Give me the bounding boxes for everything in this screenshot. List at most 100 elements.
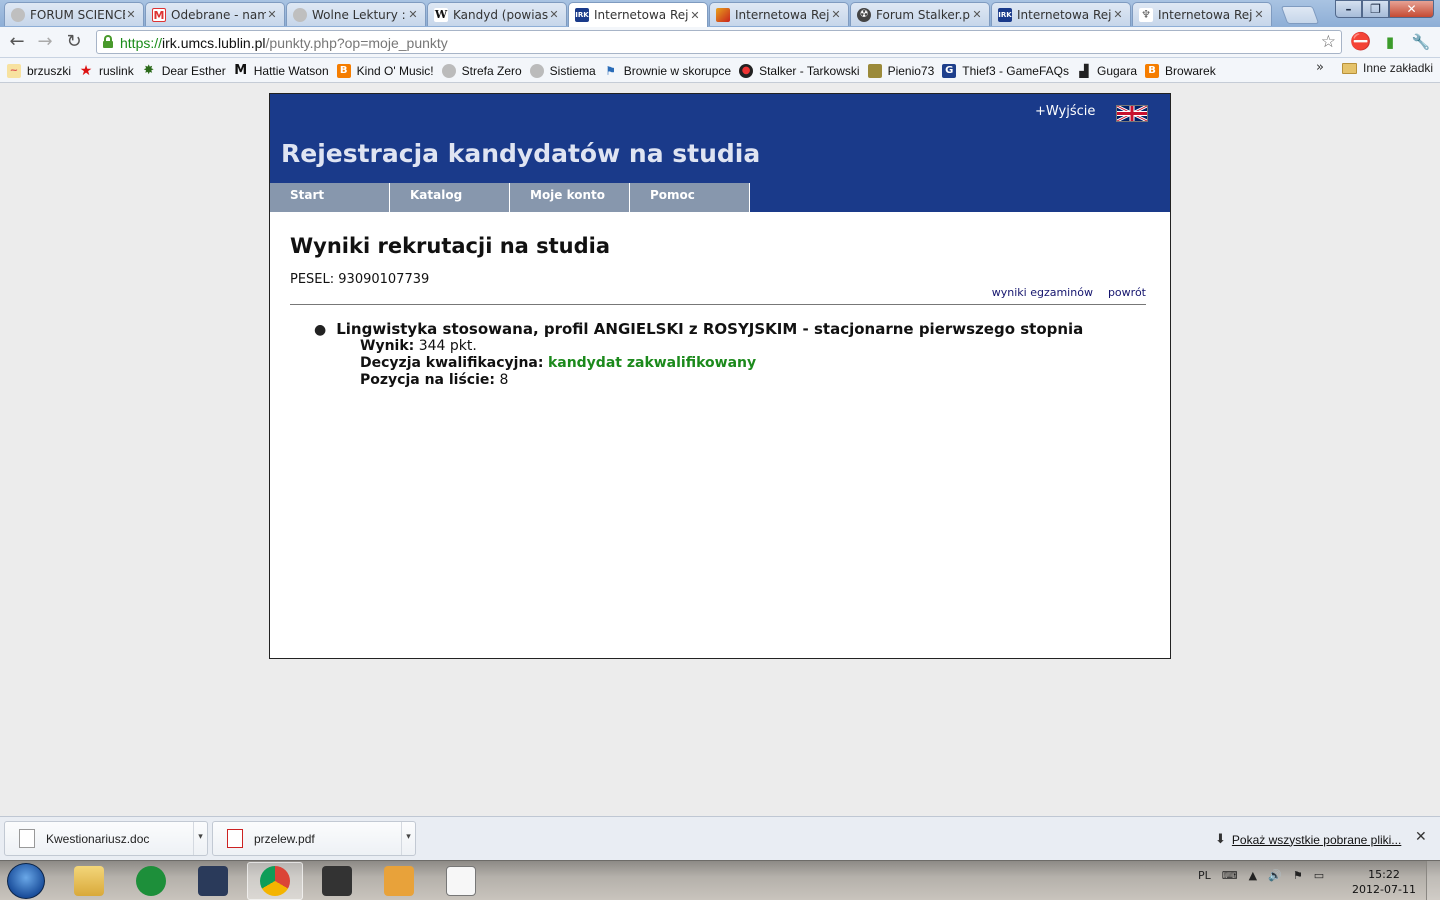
language-indicator[interactable]: PL — [1198, 869, 1211, 882]
tab-title: Internetowa Reje: — [1158, 7, 1253, 22]
media-player-icon — [198, 866, 228, 896]
tab[interactable]: Internetowa Reje: ✕ — [709, 2, 849, 26]
bookmark-item[interactable]: Pienio73 — [866, 61, 941, 80]
bookmark-label: Stalker - Tarkowski — [759, 63, 860, 78]
bookmark-label: Kind O' Music! — [356, 63, 434, 78]
taskbar-app-explorer[interactable] — [61, 862, 117, 900]
close-tab-icon[interactable]: ✕ — [1112, 8, 1124, 21]
menu-start[interactable]: Start — [270, 183, 390, 212]
close-tab-icon[interactable]: ✕ — [689, 9, 701, 22]
bookmark-item[interactable]: ▟ Gugara — [1075, 61, 1143, 80]
bookmark-star-icon[interactable]: ☆ — [1321, 32, 1336, 52]
wrench-icon[interactable]: 🔧 — [1411, 32, 1431, 52]
taskbar-app-foobar[interactable] — [309, 862, 365, 900]
keyboard-icon[interactable]: ⌨ — [1222, 869, 1238, 882]
clock[interactable]: 15:22 2012-07-11 — [1352, 867, 1416, 897]
close-tab-icon[interactable]: ✕ — [830, 8, 842, 21]
show-all-downloads-link[interactable]: ⬇ Pokaż wszystkie pobrane pliki... — [1215, 832, 1401, 847]
bookmark-item[interactable]: ⚑ Brownie w skorupce — [602, 61, 737, 80]
explorer-icon — [74, 866, 104, 896]
tab-active[interactable]: IRK Internetowa Reje: ✕ — [568, 2, 708, 27]
signal-bars-icon[interactable]: ▮ — [1380, 32, 1400, 52]
taskbar-app-utorrent[interactable] — [123, 862, 179, 900]
back-button[interactable]: ← — [6, 31, 28, 53]
bookmarks-overflow-button[interactable]: » — [1316, 60, 1324, 75]
dropdown-arrow-icon[interactable]: ▾ — [193, 822, 207, 855]
maximize-button[interactable]: ❐ — [1362, 0, 1389, 18]
document-icon — [19, 829, 35, 848]
score-value: 344 pkt. — [418, 338, 477, 354]
site-menu: Start Katalog Moje konto Pomoc — [270, 183, 750, 212]
university-icon — [716, 7, 730, 22]
address-bar[interactable]: https://irk.umcs.lublin.pl/punkty.php?op… — [96, 30, 1342, 54]
tab[interactable]: ♆ Internetowa Reje: ✕ — [1132, 2, 1272, 26]
tab[interactable]: Wolne Lektury :: \ ✕ — [286, 2, 426, 26]
adblock-icon[interactable]: ⛔ — [1350, 32, 1371, 52]
folder-icon — [1342, 62, 1357, 74]
bookmark-item[interactable]: ★ ruslink — [77, 61, 140, 80]
tab[interactable]: W Kandyd (powiastk ✕ — [427, 2, 567, 26]
reload-button[interactable]: ↻ — [63, 31, 85, 53]
close-tab-icon[interactable]: ✕ — [266, 8, 278, 21]
bookmark-item[interactable]: B Kind O' Music! — [335, 61, 440, 80]
tab[interactable]: M Odebrane - nama ✕ — [145, 2, 285, 26]
bookmark-item[interactable]: B Browarek — [1143, 61, 1222, 80]
close-tab-icon[interactable]: ✕ — [125, 8, 137, 21]
taskbar-app-chrome[interactable] — [247, 862, 303, 900]
bookmarks-bar: ~ brzuszki ★ ruslink ✸ Dear Esther M Hattie … — [0, 58, 1440, 83]
menu-katalog[interactable]: Katalog — [390, 183, 510, 212]
bookmark-label: Strefa Zero — [461, 63, 522, 78]
show-hidden-icons-icon[interactable]: ▲ — [1249, 869, 1257, 882]
bookmark-label: Browarek — [1165, 63, 1216, 78]
taskbar-app-notepad[interactable] — [371, 862, 427, 900]
bookmark-item[interactable]: ✸ Dear Esther — [140, 61, 232, 80]
tab-title: Forum Stalker.pl · — [876, 7, 971, 22]
close-tab-icon[interactable]: ✕ — [1253, 8, 1265, 21]
exam-results-link[interactable]: wyniki egzaminów — [992, 286, 1093, 299]
bookmark-item[interactable]: ● Stalker - Tarkowski — [737, 61, 865, 80]
close-shelf-icon[interactable]: ✕ — [1415, 829, 1427, 845]
bookmark-item[interactable]: Strefa Zero — [440, 61, 528, 80]
position-value: 8 — [499, 372, 509, 388]
menu-pomoc[interactable]: Pomoc — [630, 183, 750, 212]
close-tab-icon[interactable]: ✕ — [548, 8, 560, 21]
address-text[interactable]: https://irk.umcs.lublin.pl/punkty.php?op… — [120, 35, 448, 51]
bookmark-item[interactable]: Sistiema — [528, 61, 602, 80]
other-bookmarks-label: Inne zakładki — [1363, 61, 1434, 75]
result-item: ● Lingwistyka stosowana, profil ANGIELSK… — [314, 320, 1083, 389]
bookmark-item[interactable]: G Thief3 - GameFAQs — [940, 61, 1075, 80]
bookmark-item[interactable]: M Hattie Watson — [232, 61, 335, 80]
download-item[interactable]: Kwestionariusz.doc ▾ — [4, 821, 208, 856]
uk-flag-icon[interactable] — [1116, 104, 1148, 123]
bookmark-item[interactable]: ~ brzuszki — [5, 61, 77, 80]
show-desktop-button[interactable] — [1426, 861, 1440, 900]
score-label: Wynik: — [360, 338, 415, 354]
start-button[interactable] — [7, 863, 45, 899]
close-window-button[interactable]: ✕ — [1389, 0, 1434, 18]
logout-link[interactable]: +Wyjście — [1035, 104, 1095, 119]
pdf-icon — [227, 829, 243, 848]
globe-icon — [441, 63, 456, 78]
action-center-flag-icon[interactable]: ⚑ — [1293, 869, 1303, 882]
close-tab-icon[interactable]: ✕ — [971, 8, 983, 21]
bookmark-label: Dear Esther — [161, 63, 226, 78]
other-bookmarks-button[interactable]: Inne zakładki — [1342, 61, 1433, 75]
new-tab-button[interactable] — [1280, 6, 1320, 24]
bullet: ● — [314, 322, 327, 338]
minimize-button[interactable]: – — [1335, 0, 1362, 18]
download-item[interactable]: przelew.pdf ▾ — [212, 821, 416, 856]
volume-icon[interactable]: 🔊 — [1268, 869, 1282, 882]
close-tab-icon[interactable]: ✕ — [407, 8, 419, 21]
red-star-icon: ★ — [79, 62, 93, 79]
dropdown-arrow-icon[interactable]: ▾ — [401, 822, 415, 855]
taskbar-app-media[interactable] — [185, 862, 241, 900]
network-icon[interactable]: ▭ — [1314, 869, 1324, 882]
back-link[interactable]: powrót — [1108, 286, 1146, 299]
tab[interactable]: ☢ Forum Stalker.pl · ✕ — [850, 2, 990, 26]
tab[interactable]: IRK Internetowa Reje: ✕ — [991, 2, 1131, 26]
menu-moje-konto[interactable]: Moje konto — [510, 183, 630, 212]
forward-button[interactable]: → — [34, 31, 56, 53]
bookmark-label: Sistiema — [549, 63, 596, 78]
tab[interactable]: FORUM SCIENCE ✕ — [4, 2, 144, 26]
taskbar-app-document[interactable] — [433, 862, 489, 900]
